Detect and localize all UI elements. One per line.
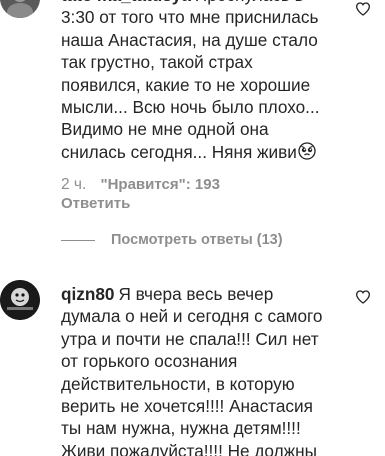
avatar[interactable]	[0, 280, 40, 320]
comment-text: qizn80 Я вчера весь вечер думала о ней и …	[61, 283, 327, 456]
comment-meta: 2 ч. "Нравится": 193	[61, 176, 327, 193]
heart-icon[interactable]	[355, 1, 371, 17]
heart-icon[interactable]	[355, 289, 371, 305]
divider-line	[61, 239, 95, 241]
reply-button[interactable]: Ответить	[61, 195, 327, 212]
comment-body: Проснулась в 3:30 от того что мне присни…	[61, 0, 320, 162]
comment-username[interactable]: qizn80	[61, 284, 114, 304]
comment-time[interactable]: 2 ч.	[61, 176, 86, 193]
view-replies-button[interactable]: Посмотреть ответы (13)	[61, 232, 283, 248]
view-replies-label[interactable]: Посмотреть ответы (13)	[111, 232, 283, 248]
comment-text: tato4ka_tatusyaПроснулась в 3:30 от того…	[61, 0, 327, 163]
comment-likes[interactable]: "Нравится": 193	[100, 176, 219, 193]
comment-body: Я вчера весь вечер думала о ней и сегодн…	[61, 284, 323, 456]
pleading-face-icon	[298, 142, 316, 160]
comment-username[interactable]: tato4ka_tatusya	[61, 0, 191, 5]
avatar[interactable]	[0, 0, 40, 18]
